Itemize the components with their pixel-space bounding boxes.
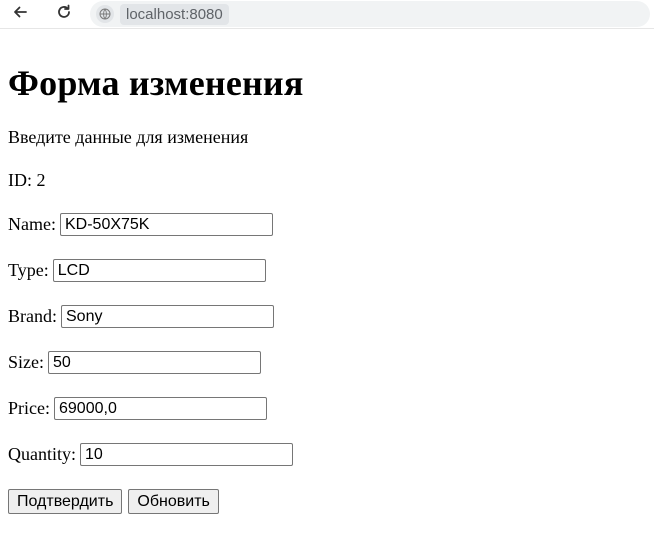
back-button[interactable] <box>8 2 32 26</box>
globe-icon[interactable] <box>96 5 114 23</box>
type-label: Type: <box>8 260 49 280</box>
browser-toolbar: localhost:8080 <box>0 0 654 29</box>
size-input[interactable] <box>48 351 261 374</box>
brand-input[interactable] <box>61 305 274 328</box>
quantity-input[interactable] <box>80 443 293 466</box>
quantity-field-row: Quantity: <box>8 442 646 467</box>
submit-button[interactable]: Подтвердить <box>8 489 123 514</box>
address-bar[interactable]: localhost:8080 <box>90 1 650 27</box>
page-title: Форма изменения <box>8 63 304 103</box>
size-label: Size: <box>8 352 44 372</box>
reload-icon <box>55 3 73 26</box>
page-content: Форма изменения Введите данные для измен… <box>0 62 654 514</box>
brand-label: Brand: <box>8 306 57 326</box>
name-field-row: Name: <box>8 212 646 237</box>
url-text[interactable]: localhost:8080 <box>120 3 229 25</box>
type-field-row: Type: <box>8 258 646 283</box>
name-label: Name: <box>8 214 56 234</box>
price-field-row: Price: <box>8 396 646 421</box>
size-field-row: Size: <box>8 350 646 375</box>
record-id: ID: 2 <box>8 170 46 190</box>
reload-button[interactable] <box>52 2 76 26</box>
price-input[interactable] <box>54 397 267 420</box>
page-subtitle: Введите данные для изменения <box>8 127 249 147</box>
type-input[interactable] <box>52 259 266 282</box>
brand-field-row: Brand: <box>8 304 646 329</box>
arrow-left-icon <box>11 3 29 26</box>
price-label: Price: <box>8 398 50 418</box>
name-input[interactable] <box>59 213 273 236</box>
update-button[interactable]: Обновить <box>128 489 219 514</box>
form-buttons: Подтвердить Обновить <box>8 489 646 514</box>
quantity-label: Quantity: <box>8 444 76 464</box>
edit-form: Name: Type: Brand: Size: Price: Quantity… <box>8 212 646 514</box>
